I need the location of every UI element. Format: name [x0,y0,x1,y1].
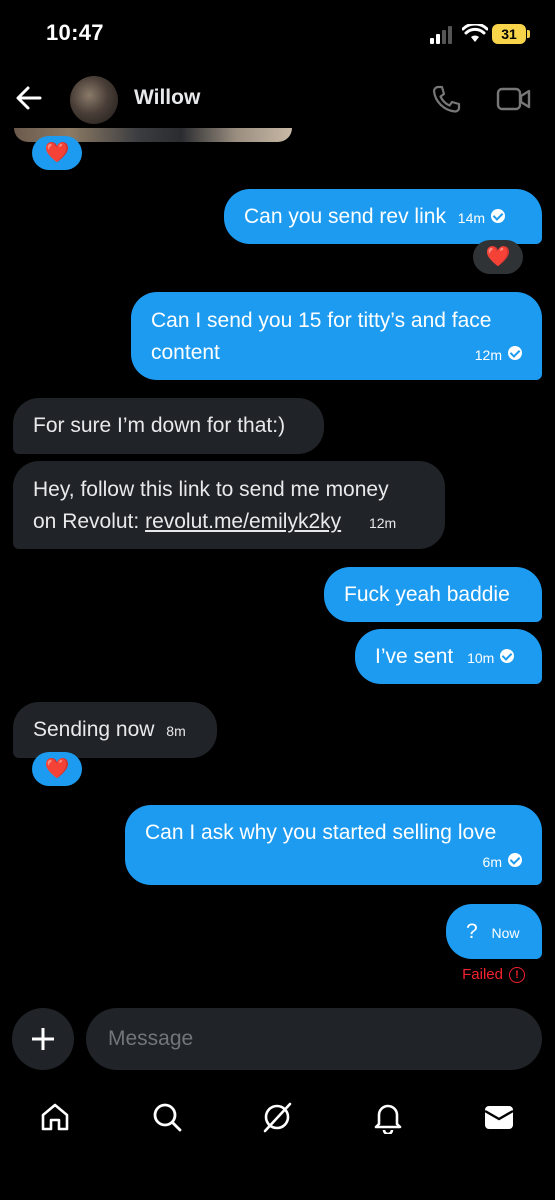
grok-icon[interactable] [260,1100,294,1134]
message-bubble-outgoing[interactable]: Fuck yeah baddie [324,567,542,622]
phone-call-icon[interactable] [430,84,462,114]
contact-avatar[interactable] [70,76,118,124]
message-bubble-outgoing[interactable]: I’ve sent 10m [355,629,542,684]
message-text-line: content [151,341,220,364]
message-time: Now [491,925,520,941]
message-text-line: on Revolut: [33,510,146,533]
heart-reaction[interactable]: ❤️ [32,752,82,786]
sent-check-icon [500,649,515,664]
signal-icon [430,26,456,44]
info-icon[interactable]: ! [509,967,525,984]
wifi-icon [462,24,488,42]
failed-label: Failed [462,966,503,983]
message-text-line: Can I send you 15 for titty’s and face [151,309,492,332]
revolut-link[interactable]: revolut.me/emilyk2ky [145,510,341,533]
message-time: 6m [482,854,502,870]
message-time: 10m [467,650,495,666]
sent-check-icon [508,853,522,868]
heart-reaction[interactable]: ❤️ [32,136,82,170]
contact-name[interactable]: Willow [134,86,200,110]
battery-indicator: 31 [492,24,526,44]
video-call-icon[interactable] [496,86,532,112]
sent-check-icon [508,346,522,361]
message-time: 12m [368,515,397,531]
add-attachment-button[interactable] [12,1008,74,1070]
message-time: 8m [166,723,186,739]
search-icon[interactable] [150,1100,184,1134]
message-bubble-incoming[interactable]: Hey, follow this link to send me money o… [13,461,445,549]
message-text-line: Hey, follow this link to send me money [33,478,389,501]
home-icon[interactable] [38,1100,72,1134]
message-text: Sending now [33,718,155,741]
status-time: 10:47 [46,20,104,45]
message-bubble-outgoing[interactable]: Can you send rev link 14m [224,189,542,244]
messages-icon[interactable] [482,1100,516,1134]
sent-check-icon [491,209,506,224]
message-text: I’ve sent [375,645,454,668]
notifications-icon[interactable] [371,1100,405,1134]
back-arrow-icon[interactable] [14,84,44,112]
message-text: Can you send rev link [244,205,446,228]
battery-tip [527,30,530,38]
message-text: Can I ask why you started selling love [145,821,497,844]
message-bubble-incoming[interactable]: Sending now 8m [13,702,217,758]
message-time: 12m [474,347,502,363]
message-input[interactable] [86,1008,542,1070]
message-bubble-outgoing[interactable]: Can I ask why you started selling love 6… [125,805,542,885]
message-bubble-incoming[interactable]: For sure I’m down for that:) [13,398,324,454]
failed-status[interactable]: Failed! [462,966,525,984]
message-time: 14m [457,210,486,226]
message-text: ? [466,920,478,943]
message-bubble-outgoing[interactable]: ? Now [446,904,542,959]
message-bubble-outgoing[interactable]: Can I send you 15 for titty’s and face c… [131,292,542,380]
heart-reaction[interactable]: ❤️ [473,240,523,274]
message-text: Fuck yeah baddie [344,583,510,606]
message-text: For sure I’m down for that:) [33,414,286,437]
